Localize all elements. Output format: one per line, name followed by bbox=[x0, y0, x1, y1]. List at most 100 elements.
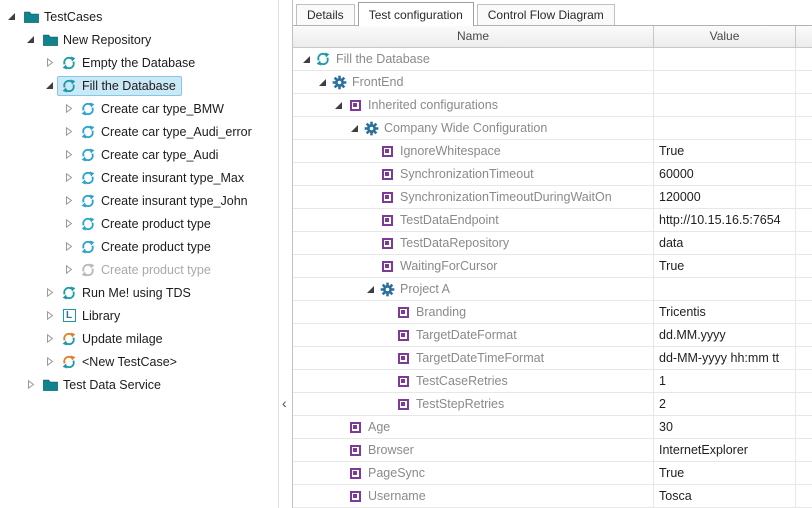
expand-arrow-icon[interactable] bbox=[331, 101, 346, 110]
expand-arrow-icon[interactable] bbox=[42, 81, 57, 90]
expand-arrow-icon[interactable] bbox=[4, 12, 19, 21]
collapse-panel-button[interactable]: ‹ bbox=[282, 396, 287, 410]
tab-test-configuration[interactable]: Test configuration bbox=[358, 2, 474, 26]
tree-item-create-insurant-type-john[interactable]: Create insurant type_John bbox=[0, 189, 278, 212]
tree-item-fill-the-database[interactable]: Fill the Database bbox=[0, 74, 278, 97]
config-name-cell[interactable]: TestDataRepository bbox=[293, 232, 654, 254]
expand-arrow-icon[interactable] bbox=[23, 380, 38, 389]
tree-item-content[interactable]: Update milage bbox=[57, 329, 169, 349]
config-name-cell[interactable]: Inherited configurations bbox=[293, 94, 654, 116]
expand-arrow-icon[interactable] bbox=[347, 124, 362, 133]
tree-item-create-product-type[interactable]: Create product type bbox=[0, 235, 278, 258]
expand-arrow-icon[interactable] bbox=[299, 55, 314, 64]
config-name-cell[interactable]: SynchronizationTimeoutDuringWaitOn bbox=[293, 186, 654, 208]
expand-arrow-icon[interactable] bbox=[61, 150, 76, 159]
expand-arrow-icon[interactable] bbox=[42, 288, 57, 297]
expand-arrow-icon[interactable] bbox=[42, 311, 57, 320]
expand-arrow-icon[interactable] bbox=[23, 35, 38, 44]
tree-item-content[interactable]: New Repository bbox=[38, 30, 157, 50]
config-name-cell[interactable]: WaitingForCursor bbox=[293, 255, 654, 277]
config-row-username[interactable]: UsernameTosca bbox=[293, 485, 812, 508]
config-row-inherited-configurations[interactable]: Inherited configurations bbox=[293, 94, 812, 117]
config-name-cell[interactable]: TestCaseRetries bbox=[293, 370, 654, 392]
config-name-cell[interactable]: TestDataEndpoint bbox=[293, 209, 654, 231]
expand-arrow-icon[interactable] bbox=[315, 78, 330, 87]
tree-item-content[interactable]: Create insurant type_Max bbox=[76, 168, 250, 188]
config-name-cell[interactable]: IgnoreWhitespace bbox=[293, 140, 654, 162]
config-row-company-wide-configuration[interactable]: Company Wide Configuration bbox=[293, 117, 812, 140]
config-row-synchronizationtimeoutduringwaiton[interactable]: SynchronizationTimeoutDuringWaitOn120000 bbox=[293, 186, 812, 209]
expand-arrow-icon[interactable] bbox=[61, 127, 76, 136]
tree-item-content[interactable]: Empty the Database bbox=[57, 53, 201, 73]
tree-item-create-insurant-type-max[interactable]: Create insurant type_Max bbox=[0, 166, 278, 189]
tree-item-content[interactable]: Create car type_Audi_error bbox=[76, 122, 258, 142]
tab-details[interactable]: Details bbox=[296, 4, 355, 25]
tree-item-content[interactable]: Run Me! using TDS bbox=[57, 283, 197, 303]
config-name-cell[interactable]: TargetDateTimeFormat bbox=[293, 347, 654, 369]
config-row-ignorewhitespace[interactable]: IgnoreWhitespaceTrue bbox=[293, 140, 812, 163]
config-row-age[interactable]: Age30 bbox=[293, 416, 812, 439]
config-row-frontend[interactable]: FrontEnd bbox=[293, 71, 812, 94]
config-row-testdatarepository[interactable]: TestDataRepositorydata bbox=[293, 232, 812, 255]
config-row-targetdateformat[interactable]: TargetDateFormatdd.MM.yyyy bbox=[293, 324, 812, 347]
config-name-cell[interactable]: Branding bbox=[293, 301, 654, 323]
config-name-cell[interactable]: TestStepRetries bbox=[293, 393, 654, 415]
config-row-synchronizationtimeout[interactable]: SynchronizationTimeout60000 bbox=[293, 163, 812, 186]
config-row-browser[interactable]: BrowserInternetExplorer bbox=[293, 439, 812, 462]
tree-item-content[interactable]: <New TestCase> bbox=[57, 352, 183, 372]
expand-arrow-icon[interactable] bbox=[42, 334, 57, 343]
config-row-branding[interactable]: BrandingTricentis bbox=[293, 301, 812, 324]
config-row-teststepretries[interactable]: TestStepRetries2 bbox=[293, 393, 812, 416]
tree-item-testcases[interactable]: TestCases bbox=[0, 5, 278, 28]
expand-arrow-icon[interactable] bbox=[61, 196, 76, 205]
expand-arrow-icon[interactable] bbox=[363, 285, 378, 294]
tree-item-library[interactable]: LLibrary bbox=[0, 304, 278, 327]
config-name-cell[interactable]: Age bbox=[293, 416, 654, 438]
tree-item-create-product-type[interactable]: Create product type bbox=[0, 258, 278, 281]
tree-item-test-data-service[interactable]: Test Data Service bbox=[0, 373, 278, 396]
config-name-cell[interactable]: Fill the Database bbox=[293, 48, 654, 70]
config-row-pagesync[interactable]: PageSyncTrue bbox=[293, 462, 812, 485]
expand-arrow-icon[interactable] bbox=[61, 104, 76, 113]
config-row-targetdatetimeformat[interactable]: TargetDateTimeFormatdd-MM-yyyy hh:mm tt bbox=[293, 347, 812, 370]
config-row-project-a[interactable]: Project A bbox=[293, 278, 812, 301]
config-name-cell[interactable]: Username bbox=[293, 485, 654, 507]
expand-arrow-icon[interactable] bbox=[61, 265, 76, 274]
config-row-waitingforcursor[interactable]: WaitingForCursorTrue bbox=[293, 255, 812, 278]
config-name-cell[interactable]: Browser bbox=[293, 439, 654, 461]
tree-item-content[interactable]: TestCases bbox=[19, 7, 108, 27]
tree-item-content[interactable]: Create car type_Audi bbox=[76, 145, 224, 165]
config-name-cell[interactable]: SynchronizationTimeout bbox=[293, 163, 654, 185]
tree-item-create-product-type[interactable]: Create product type bbox=[0, 212, 278, 235]
tree-item-content[interactable]: Fill the Database bbox=[57, 76, 182, 96]
tree-item-content[interactable]: Create product type bbox=[76, 260, 217, 280]
tree-item-content[interactable]: Create car type_BMW bbox=[76, 99, 230, 119]
tree-item-new-repository[interactable]: New Repository bbox=[0, 28, 278, 51]
expand-arrow-icon[interactable] bbox=[61, 219, 76, 228]
tree-item-empty-the-database[interactable]: Empty the Database bbox=[0, 51, 278, 74]
tree-item-content[interactable]: Create insurant type_John bbox=[76, 191, 254, 211]
tree-item-content[interactable]: Create product type bbox=[76, 214, 217, 234]
expand-arrow-icon[interactable] bbox=[42, 357, 57, 366]
panel-splitter[interactable]: ‹ bbox=[280, 0, 292, 508]
expand-arrow-icon[interactable] bbox=[42, 58, 57, 67]
tree-item-create-car-type-bmw[interactable]: Create car type_BMW bbox=[0, 97, 278, 120]
tree-item-create-car-type-audi[interactable]: Create car type_Audi bbox=[0, 143, 278, 166]
tree-item-content[interactable]: Create product type bbox=[76, 237, 217, 257]
expand-arrow-icon[interactable] bbox=[61, 173, 76, 182]
config-name-cell[interactable]: Project A bbox=[293, 278, 654, 300]
config-name-cell[interactable]: Company Wide Configuration bbox=[293, 117, 654, 139]
config-row-fill-the-database[interactable]: Fill the Database bbox=[293, 48, 812, 71]
tree-item-run-me-using-tds[interactable]: Run Me! using TDS bbox=[0, 281, 278, 304]
config-name-cell[interactable]: PageSync bbox=[293, 462, 654, 484]
config-name-cell[interactable]: FrontEnd bbox=[293, 71, 654, 93]
tree-item-content[interactable]: Test Data Service bbox=[38, 375, 167, 395]
config-row-testdataendpoint[interactable]: TestDataEndpointhttp://10.15.16.5:7654 bbox=[293, 209, 812, 232]
config-name-cell[interactable]: TargetDateFormat bbox=[293, 324, 654, 346]
tree-item-create-car-type-audi-error[interactable]: Create car type_Audi_error bbox=[0, 120, 278, 143]
tree-item-new-testcase[interactable]: <New TestCase> bbox=[0, 350, 278, 373]
tree-item-update-milage[interactable]: Update milage bbox=[0, 327, 278, 350]
config-row-testcaseretries[interactable]: TestCaseRetries1 bbox=[293, 370, 812, 393]
tab-control-flow-diagram[interactable]: Control Flow Diagram bbox=[477, 4, 615, 25]
expand-arrow-icon[interactable] bbox=[61, 242, 76, 251]
